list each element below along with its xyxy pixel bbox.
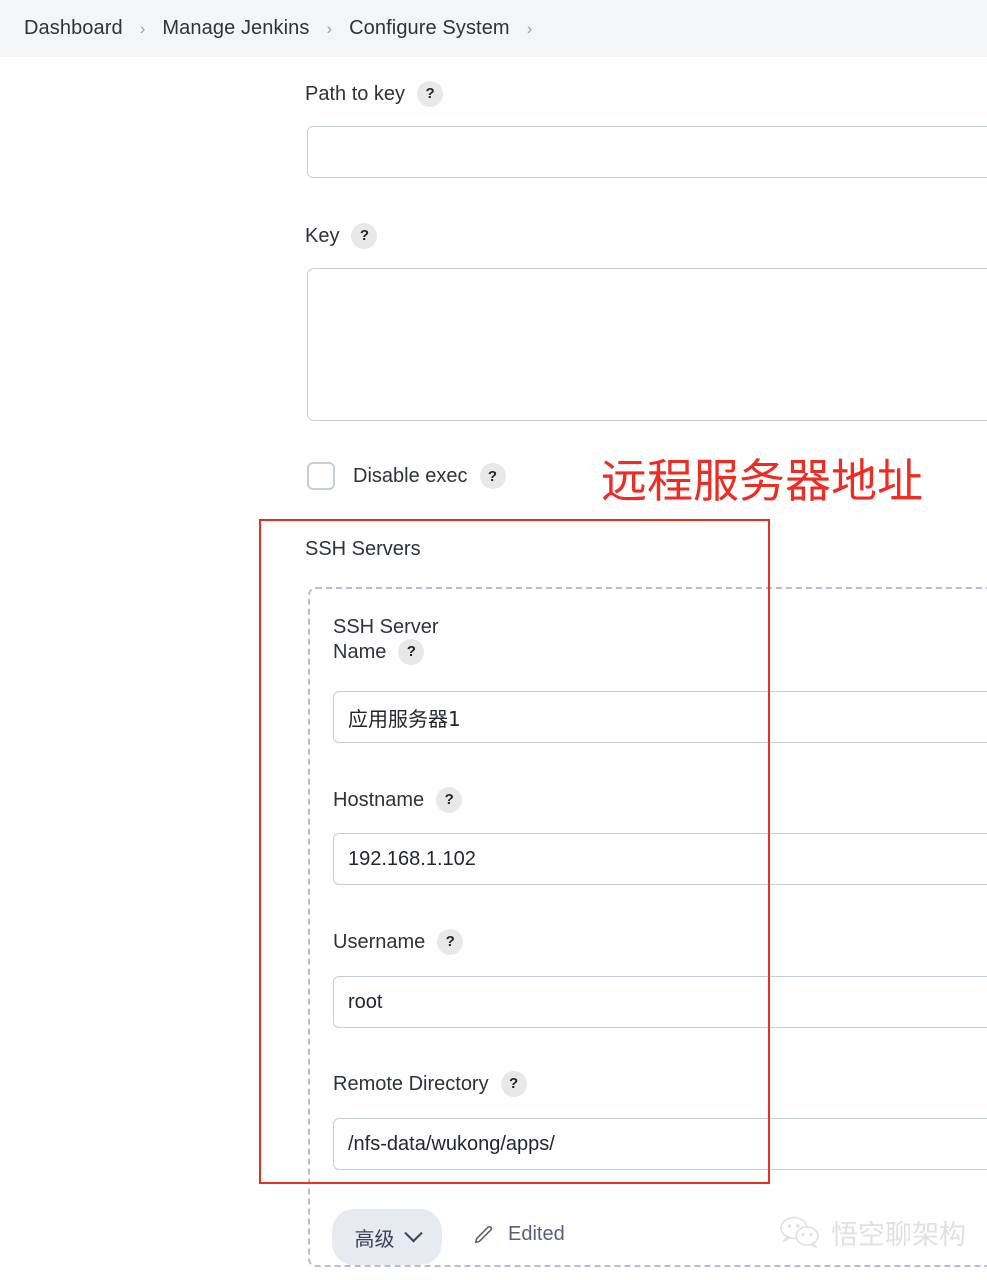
help-icon[interactable]: ? <box>417 81 444 107</box>
breadcrumb-item-configure-system[interactable]: Configure System <box>349 17 510 40</box>
advanced-button[interactable]: 高级 <box>332 1209 442 1265</box>
chevron-right-icon: › <box>526 19 533 38</box>
disable-exec-row[interactable]: Disable exec ? <box>307 462 506 490</box>
key-textarea[interactable] <box>307 268 987 421</box>
ssh-server-name-label: SSH Server Name ? <box>333 615 439 666</box>
advanced-button-label: 高级 <box>354 1226 395 1251</box>
path-to-key-label-text: Path to key <box>305 82 406 105</box>
disable-exec-label-text: Disable exec <box>353 464 468 487</box>
annotation-remote-server-address: 远程服务器地址 <box>601 454 923 508</box>
path-to-key-label: Path to key ? <box>305 81 444 107</box>
breadcrumb-item-dashboard[interactable]: Dashboard <box>24 17 123 40</box>
watermark: 悟空聊架构 <box>779 1213 966 1252</box>
username-input[interactable]: root <box>333 976 987 1028</box>
pencil-icon <box>472 1224 494 1246</box>
help-icon[interactable]: ? <box>500 1071 527 1097</box>
remote-directory-input[interactable]: /nfs-data/wukong/apps/ <box>333 1118 987 1170</box>
edited-label: Edited <box>508 1223 565 1245</box>
chevron-right-icon: › <box>139 19 146 38</box>
disable-exec-label: Disable exec ? <box>353 463 506 489</box>
path-to-key-input[interactable] <box>307 126 987 178</box>
username-label: Username ? <box>333 929 464 955</box>
remote-directory-label-text: Remote Directory <box>333 1072 489 1095</box>
hostname-input[interactable]: 192.168.1.102 <box>333 833 987 885</box>
key-label: Key ? <box>305 223 378 249</box>
disable-exec-checkbox[interactable] <box>307 462 335 490</box>
breadcrumb-item-manage-jenkins[interactable]: Manage Jenkins <box>162 17 309 40</box>
help-icon[interactable]: ? <box>479 463 506 489</box>
help-icon[interactable]: ? <box>398 639 425 666</box>
wechat-icon <box>779 1216 821 1250</box>
help-icon[interactable]: ? <box>351 223 378 249</box>
ssh-server-name-label-line1: SSH Server <box>333 616 439 638</box>
edited-status: Edited <box>472 1223 565 1246</box>
hostname-label: Hostname ? <box>333 787 463 813</box>
ssh-server-name-label-line2: Name <box>333 641 387 664</box>
help-icon[interactable]: ? <box>437 929 464 955</box>
remote-directory-label: Remote Directory ? <box>333 1071 527 1097</box>
breadcrumb: Dashboard › Manage Jenkins › Configure S… <box>0 0 987 57</box>
help-icon[interactable]: ? <box>436 787 463 813</box>
key-label-text: Key <box>305 224 340 247</box>
hostname-label-text: Hostname <box>333 788 425 811</box>
username-label-text: Username <box>333 930 426 953</box>
watermark-text: 悟空聊架构 <box>831 1220 966 1251</box>
chevron-right-icon: › <box>326 19 333 38</box>
ssh-servers-section-title: SSH Servers <box>305 538 421 560</box>
ssh-server-name-input[interactable]: 应用服务器1 <box>333 691 987 743</box>
chevron-down-icon <box>403 1223 423 1242</box>
page-root: Dashboard › Manage Jenkins › Configure S… <box>0 0 987 1280</box>
